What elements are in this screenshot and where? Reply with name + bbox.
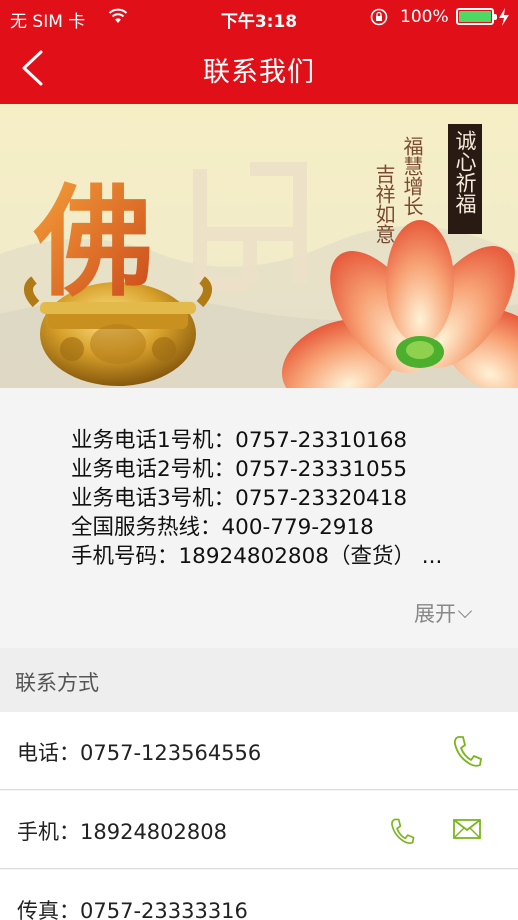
mobile-text: 手机：18924802808 bbox=[17, 820, 227, 844]
summary-text: 业务电话1号机：0757-23310168 业务电话2号机：0757-23331… bbox=[71, 426, 442, 571]
section-header: 联系方式 bbox=[0, 648, 518, 712]
banner-text-1: 福慧增长 bbox=[400, 136, 424, 216]
phone-icon[interactable] bbox=[452, 734, 482, 768]
banner-image: 佛 福慧增长 吉祥如意 诚心祈福 bbox=[0, 104, 518, 388]
banner-seal: 诚心祈福 bbox=[453, 130, 477, 214]
navigation-bar: 无 SIM 卡 下午3:18 100% 联系我们 bbox=[0, 0, 518, 104]
expand-label: 展开 bbox=[414, 602, 456, 626]
list-item-fax: 传真：0757-23333316 bbox=[0, 870, 518, 920]
phone-text: 电话：0757-123564556 bbox=[17, 741, 262, 765]
battery-percent: 100% bbox=[400, 7, 449, 27]
banner-calligraphy: 佛 bbox=[33, 172, 154, 313]
contact-summary: 业务电话1号机：0757-23310168 业务电话2号机：0757-23331… bbox=[0, 388, 518, 648]
page-title: 联系我们 bbox=[203, 57, 315, 88]
summary-line: 业务电话2号机：0757-23331055 bbox=[71, 457, 408, 482]
summary-line: 手机号码：18924802808（查货） ... bbox=[71, 544, 443, 569]
rotation-lock-icon bbox=[370, 8, 388, 26]
summary-line: 业务电话1号机：0757-23310168 bbox=[71, 428, 408, 453]
chevron-down-icon bbox=[457, 603, 473, 619]
phone-icon[interactable] bbox=[388, 817, 416, 845]
fax-text: 传真：0757-23333316 bbox=[17, 899, 248, 920]
charging-icon bbox=[499, 8, 509, 26]
summary-line: 业务电话3号机：0757-23320418 bbox=[71, 486, 408, 511]
list-item-mobile: 手机：18924802808 bbox=[0, 791, 518, 869]
list-item-phone: 电话：0757-123564556 bbox=[0, 712, 518, 790]
message-icon[interactable] bbox=[453, 819, 481, 839]
battery-icon bbox=[456, 8, 497, 25]
expand-button[interactable]: 展开 bbox=[414, 598, 473, 628]
summary-line: 全国服务热线：400-779-2918 bbox=[71, 515, 374, 540]
banner-text-2: 吉祥如意 bbox=[372, 164, 396, 244]
status-bar: 无 SIM 卡 下午3:18 100% bbox=[0, 0, 518, 34]
